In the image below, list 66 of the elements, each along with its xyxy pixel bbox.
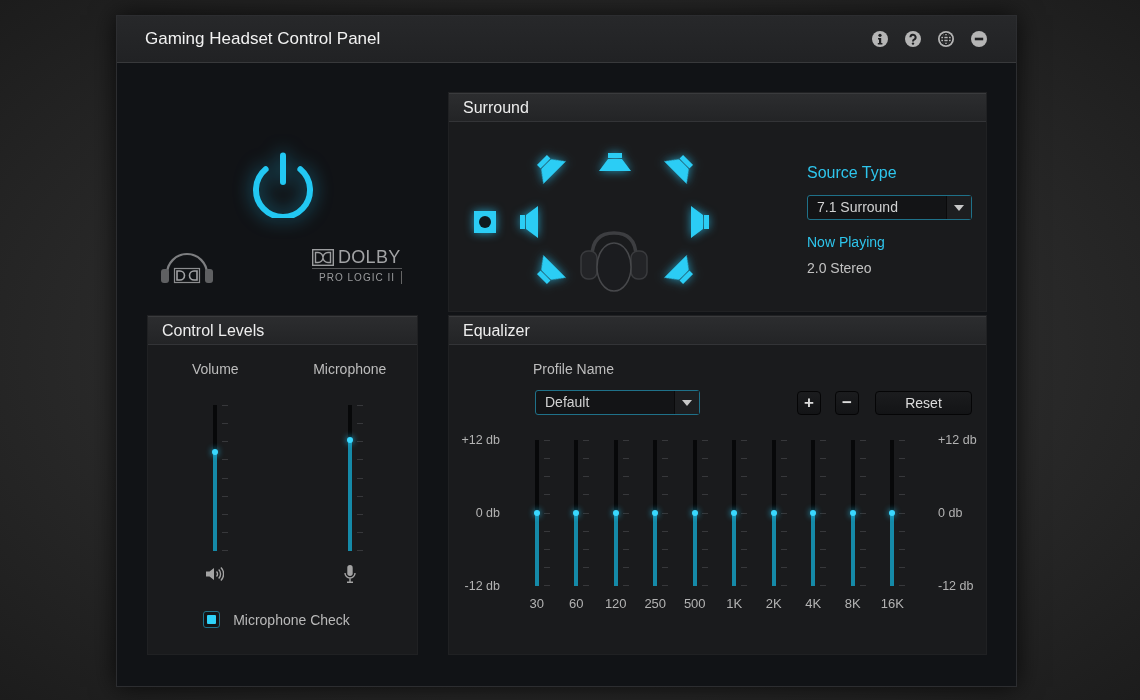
scale-label: 0 db <box>475 505 500 521</box>
scale-label: +12 db <box>938 432 977 448</box>
dolby-mark-icon <box>312 248 334 266</box>
power-icon[interactable] <box>250 152 315 218</box>
profile-dropdown[interactable]: Default <box>535 390 700 415</box>
frequency-label: 30 <box>529 596 544 612</box>
help-icon[interactable] <box>905 31 921 47</box>
speaker-icon <box>664 155 693 184</box>
speaker-icon <box>520 206 538 238</box>
slider-label: Microphone <box>313 360 387 378</box>
subwoofer-icon <box>474 211 496 233</box>
panel-title: Equalizer <box>463 321 530 340</box>
profile-name-label: Profile Name <box>533 360 614 378</box>
frequency-label: 8K <box>844 596 861 612</box>
checkbox[interactable] <box>203 611 221 628</box>
speaker-icon <box>537 255 566 284</box>
frequency-label: 60 <box>569 596 584 612</box>
checkbox-label: Microphone Check <box>233 611 350 628</box>
frequency-label: 16K <box>880 596 904 612</box>
speaker-icon <box>691 206 709 238</box>
window-title: Gaming Headset Control Panel <box>145 29 381 49</box>
scale-label: -12 db <box>938 578 974 594</box>
band-slider[interactable] <box>613 440 618 586</box>
band-slider[interactable] <box>534 440 539 586</box>
band-slider[interactable] <box>574 440 579 586</box>
info-icon[interactable] <box>872 31 888 47</box>
band-slider[interactable] <box>653 440 658 586</box>
frequency-label: 500 <box>683 596 706 612</box>
frequency-label: 1K <box>726 596 743 612</box>
band-slider[interactable] <box>890 440 895 586</box>
speaker-icon <box>664 255 693 284</box>
speaker-icon <box>537 155 566 184</box>
microphone-icon <box>343 565 356 583</box>
source-type-dropdown[interactable]: 7.1 Surround <box>807 195 972 220</box>
minimize-icon[interactable] <box>971 31 987 47</box>
now-playing-value: 2.0 Stereo <box>807 259 872 277</box>
globe-icon[interactable] <box>938 31 954 47</box>
source-type-label: Source Type <box>807 163 897 183</box>
now-playing-label: Now Playing <box>807 233 885 251</box>
scale-label: +12 db <box>461 432 500 448</box>
panel-title: Surround <box>463 98 529 117</box>
scale-label: -12 db <box>464 578 500 594</box>
dolby-wordmark: DOLBY <box>338 248 401 266</box>
band-slider[interactable] <box>692 440 697 586</box>
caret-icon <box>682 399 692 406</box>
frequency-label: 4K <box>805 596 822 612</box>
slider-label: Volume <box>191 360 239 378</box>
speaker-icon <box>206 567 225 581</box>
level-slider[interactable] <box>213 405 218 551</box>
remove-button[interactable]: − <box>835 390 859 415</box>
listener-head-icon <box>580 231 648 292</box>
caret-icon <box>954 204 964 211</box>
add-button[interactable]: + <box>797 390 821 415</box>
speaker-icon <box>599 153 631 171</box>
panel-title: Control Levels <box>162 321 265 340</box>
band-slider[interactable] <box>732 440 737 586</box>
frequency-label: 250 <box>644 596 667 612</box>
scale-label: 0 db <box>938 505 963 521</box>
band-slider[interactable] <box>850 440 855 586</box>
frequency-label: 120 <box>604 596 627 612</box>
logo-subtitle: PRO LOGIC II <box>319 271 402 284</box>
band-slider[interactable] <box>811 440 816 586</box>
reset-button[interactable]: Reset <box>875 390 972 415</box>
band-slider[interactable] <box>771 440 776 586</box>
level-slider[interactable] <box>347 405 352 551</box>
frequency-label: 2K <box>765 596 782 612</box>
